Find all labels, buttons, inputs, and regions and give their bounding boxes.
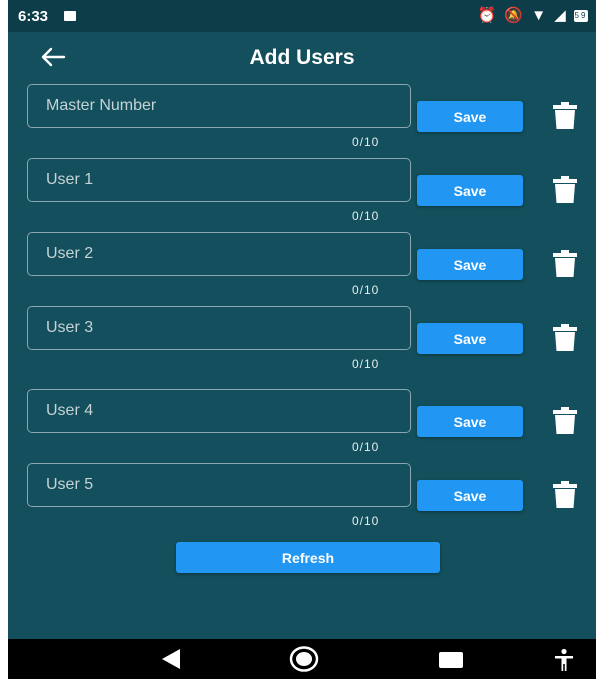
nav-back-button[interactable] <box>160 647 182 676</box>
triangle-back-icon <box>162 649 180 669</box>
gallery-notification-icon <box>64 11 76 21</box>
char-counter: 0/10 <box>352 209 380 223</box>
circle-home-icon <box>289 646 319 672</box>
status-time: 6:33 <box>18 8 49 25</box>
mute-icon: 🔕 <box>504 7 526 24</box>
page-title: Add Users <box>249 46 355 69</box>
battery-icon: 59 <box>574 10 588 23</box>
user-row-1: 0/10 Save <box>8 158 596 232</box>
app-screen: 6:33 ⏰ 🔕 ▼ ◢ 59 Add Users 0/10 Save <box>8 0 596 679</box>
delete-button[interactable] <box>549 247 581 279</box>
delete-button[interactable] <box>549 404 581 436</box>
refresh-button[interactable]: Refresh <box>176 542 440 573</box>
trash-icon <box>553 250 577 277</box>
master-number-input[interactable] <box>27 84 411 128</box>
save-button[interactable]: Save <box>417 175 523 206</box>
char-counter: 0/10 <box>352 440 380 454</box>
save-button[interactable]: Save <box>417 249 523 280</box>
system-nav-bar <box>8 639 596 679</box>
user-4-input[interactable] <box>27 389 411 433</box>
save-button[interactable]: Save <box>417 406 523 437</box>
signal-icon: ◢ <box>554 7 568 24</box>
save-button[interactable]: Save <box>417 323 523 354</box>
trash-icon <box>553 324 577 351</box>
delete-button[interactable] <box>549 478 581 510</box>
trash-icon <box>553 176 577 203</box>
user-row-5: 0/10 Save <box>8 463 596 537</box>
save-button[interactable]: Save <box>417 480 523 511</box>
nav-home-button[interactable] <box>289 645 319 678</box>
user-3-input[interactable] <box>27 306 411 350</box>
char-counter: 0/10 <box>352 283 380 297</box>
status-bar: 6:33 ⏰ 🔕 ▼ ◢ 59 <box>8 0 596 32</box>
nav-recents-button[interactable] <box>438 651 464 674</box>
trash-icon <box>553 481 577 508</box>
accessibility-button[interactable] <box>553 648 575 677</box>
wifi-icon: ▼ <box>531 7 549 24</box>
app-bar: Add Users <box>8 32 596 84</box>
square-recents-icon <box>439 652 463 668</box>
delete-button[interactable] <box>549 321 581 353</box>
delete-button[interactable] <box>549 99 581 131</box>
char-counter: 0/10 <box>352 135 380 149</box>
trash-icon <box>553 407 577 434</box>
user-row-3: 0/10 Save <box>8 306 596 380</box>
delete-button[interactable] <box>549 173 581 205</box>
user-row-master: 0/10 Save <box>8 84 596 158</box>
alarm-icon: ⏰ <box>477 7 499 24</box>
trash-icon <box>553 102 577 129</box>
char-counter: 0/10 <box>352 357 380 371</box>
user-row-2: 0/10 Save <box>8 232 596 306</box>
user-2-input[interactable] <box>27 232 411 276</box>
status-icons: ⏰ 🔕 ▼ ◢ 59 <box>478 6 588 24</box>
accessibility-icon <box>555 648 573 671</box>
user-5-input[interactable] <box>27 463 411 507</box>
save-button[interactable]: Save <box>417 101 523 132</box>
user-row-4: 0/10 Save <box>8 389 596 463</box>
char-counter: 0/10 <box>352 514 380 528</box>
user-1-input[interactable] <box>27 158 411 202</box>
